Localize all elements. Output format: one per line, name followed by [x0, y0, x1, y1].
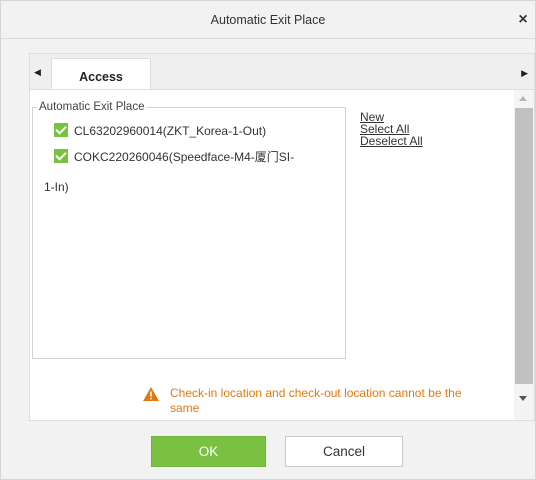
exit-place-fieldset: Automatic Exit Place CL63202960014(ZKT_K… [32, 100, 346, 359]
action-links: New Select All Deselect All [360, 111, 423, 147]
list-item-label: CL63202960014(ZKT_Korea-1-Out) [74, 124, 267, 138]
dialog-title: Automatic Exit Place [210, 13, 326, 27]
tab-scroll-right-icon[interactable]: ▶ [518, 66, 528, 80]
warning-text: Check-in location and check-out location… [170, 386, 462, 415]
list-item[interactable]: CL63202960014(ZKT_Korea-1-Out) [54, 117, 266, 145]
list-item[interactable]: COKC220260046(Speedface-M4-厦门SI- [54, 143, 354, 171]
deselect-all-link[interactable]: Deselect All [360, 135, 423, 147]
tab-access[interactable]: Access [51, 58, 151, 91]
tab-scroll-left-icon[interactable]: ◀ [34, 65, 44, 79]
checkbox-checked-icon[interactable] [54, 149, 68, 163]
checkbox-checked-icon[interactable] [54, 123, 68, 137]
dialog-titlebar: Automatic Exit Place × [1, 1, 535, 39]
list-item-label: COKC220260046(Speedface-M4-厦门SI- [74, 150, 295, 164]
list-item-label-continued: 1-In) [44, 180, 69, 194]
content-viewport: Automatic Exit Place CL63202960014(ZKT_K… [30, 90, 510, 416]
dialog-footer: OK Cancel [1, 421, 535, 479]
scroll-down-icon[interactable] [519, 396, 527, 401]
scrollbar-thumb[interactable] [515, 108, 533, 384]
warning-triangle-icon [143, 387, 159, 401]
dialog: Automatic Exit Place × ◀ Access ▶ Automa… [0, 0, 536, 480]
scroll-up-icon[interactable] [519, 96, 527, 101]
fieldset-legend: Automatic Exit Place [37, 100, 147, 114]
cancel-button[interactable]: Cancel [285, 436, 403, 467]
tab-bar: ◀ Access ▶ [29, 53, 535, 91]
close-icon[interactable]: × [515, 10, 531, 30]
vertical-scrollbar[interactable] [514, 90, 534, 420]
warning-message: Check-in location and check-out location… [143, 386, 493, 416]
tab-content: Automatic Exit Place CL63202960014(ZKT_K… [29, 89, 535, 421]
ok-button[interactable]: OK [151, 436, 266, 467]
